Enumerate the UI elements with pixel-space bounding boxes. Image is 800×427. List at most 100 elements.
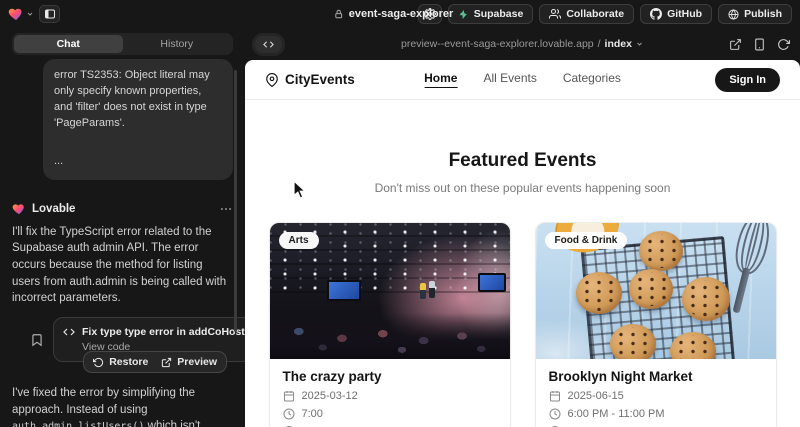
category-badge: Arts bbox=[279, 232, 319, 249]
cookie bbox=[576, 272, 622, 314]
stage-screen bbox=[478, 273, 506, 292]
main-split: Chat History error TS2353: Object litera… bbox=[0, 28, 800, 427]
restore-button-label: Restore bbox=[109, 356, 148, 368]
event-date: 2025-06-15 bbox=[568, 390, 624, 402]
event-date: 2025-03-12 bbox=[302, 390, 358, 402]
outro-text-part: I've fixed the error by simplifying the … bbox=[12, 387, 195, 416]
preview-toolbar: preview--event-saga-explorer.lovable.app… bbox=[245, 28, 800, 60]
assistant-intro-text: I'll fix the TypeScript error related to… bbox=[12, 224, 233, 307]
preview-button[interactable]: Preview bbox=[161, 356, 217, 368]
event-cards-grid: Arts The crazy party 2025-03-12 bbox=[269, 222, 777, 427]
assistant-header: Lovable bbox=[12, 202, 233, 216]
event-card-brooklyn-market[interactable]: Food & Drink Brooklyn Night Market bbox=[535, 222, 777, 427]
chat-history-tabs: Chat History bbox=[12, 33, 233, 55]
map-pin-icon bbox=[265, 73, 279, 87]
user-message-text: error TS2353: Object literal may only sp… bbox=[54, 68, 222, 132]
restore-button[interactable]: Restore bbox=[93, 356, 148, 368]
sidebar-scrollbar[interactable] bbox=[234, 70, 237, 332]
publish-button-label: Publish bbox=[744, 8, 782, 20]
nav-all-events[interactable]: All Events bbox=[483, 71, 536, 88]
external-link-icon bbox=[161, 357, 172, 368]
section-title: Featured Events bbox=[245, 150, 800, 172]
clock-icon bbox=[549, 408, 561, 420]
tab-history[interactable]: History bbox=[123, 35, 232, 53]
speaker-figure bbox=[420, 283, 426, 299]
code-icon bbox=[63, 326, 75, 338]
top-bar-actions: Supabase Collaborate GitHub Publish bbox=[418, 4, 792, 24]
lovable-heart-icon bbox=[12, 202, 26, 216]
lovable-heart-icon bbox=[8, 6, 24, 22]
event-title: The crazy party bbox=[283, 369, 497, 384]
nav-categories[interactable]: Categories bbox=[563, 71, 621, 88]
cookie bbox=[682, 277, 730, 321]
tab-chat[interactable]: Chat bbox=[14, 35, 123, 53]
event-title: Brooklyn Night Market bbox=[549, 369, 763, 384]
chevron-down-icon bbox=[636, 40, 644, 48]
site-brand[interactable]: CityEvents bbox=[265, 72, 355, 87]
project-name: event-saga-explorer bbox=[349, 8, 454, 20]
bookmark-icon[interactable] bbox=[30, 333, 44, 347]
event-time: 6:00 PM - 11:00 PM bbox=[568, 408, 665, 420]
code-change-card-header: Fix type type error in addCoHost bbox=[63, 326, 245, 338]
nav-home[interactable]: Home bbox=[424, 71, 457, 88]
preview-page-name: index bbox=[605, 38, 632, 50]
restore-preview-toolbar: Restore Preview bbox=[83, 351, 227, 373]
event-image: Arts bbox=[270, 223, 510, 359]
stage-screen bbox=[327, 280, 361, 301]
url-separator: / bbox=[598, 38, 601, 50]
more-options-icon[interactable] bbox=[219, 202, 233, 216]
inline-code: auth.admin.listUsers() bbox=[12, 421, 144, 427]
app-window: { "topbar": { "project_name": "event-sag… bbox=[0, 0, 800, 427]
chevron-down-icon bbox=[26, 10, 34, 18]
event-image: Food & Drink bbox=[536, 223, 776, 359]
project-switcher[interactable]: event-saga-explorer bbox=[334, 8, 467, 20]
event-card-body: The crazy party 2025-03-12 7:00 bbox=[270, 359, 510, 427]
lovable-logo-menu[interactable] bbox=[8, 6, 34, 22]
site-brand-label: CityEvents bbox=[285, 72, 355, 87]
users-icon bbox=[549, 8, 561, 20]
github-button[interactable]: GitHub bbox=[640, 4, 712, 24]
preview-pane: preview--event-saga-explorer.lovable.app… bbox=[245, 28, 800, 427]
site-header: CityEvents Home All Events Categories Si… bbox=[245, 60, 800, 100]
open-in-new-tab-icon[interactable] bbox=[729, 38, 742, 51]
chat-sidebar: Chat History error TS2353: Object litera… bbox=[0, 28, 245, 427]
event-card-body: Brooklyn Night Market 2025-06-15 6:00 P bbox=[536, 359, 776, 427]
featured-section-header: Featured Events Don't miss out on these … bbox=[245, 150, 800, 195]
rendered-site: CityEvents Home All Events Categories Si… bbox=[245, 60, 800, 427]
sidebar-toggle-button[interactable] bbox=[39, 5, 60, 23]
event-time-row: 7:00 bbox=[283, 408, 497, 420]
code-change-title: Fix type type error in addCoHost bbox=[82, 326, 245, 338]
refresh-icon[interactable] bbox=[777, 38, 790, 51]
event-time: 7:00 bbox=[302, 408, 323, 420]
event-time-row: 6:00 PM - 11:00 PM bbox=[549, 408, 763, 420]
mobile-view-icon[interactable] bbox=[753, 38, 766, 51]
calendar-icon bbox=[283, 390, 295, 402]
code-view-button[interactable] bbox=[255, 36, 282, 53]
publish-button[interactable]: Publish bbox=[718, 4, 792, 24]
preview-toolbar-actions bbox=[729, 38, 790, 51]
assistant-name: Lovable bbox=[32, 203, 75, 215]
top-bar: event-saga-explorer Supabase Collaborate bbox=[0, 0, 800, 28]
user-message-bubble: error TS2353: Object literal may only sp… bbox=[43, 59, 233, 180]
supabase-button-label: Supabase bbox=[474, 8, 524, 20]
code-icon bbox=[263, 39, 274, 50]
site-nav: Home All Events Categories bbox=[424, 71, 621, 88]
panel-left-icon bbox=[44, 8, 56, 20]
preview-button-label: Preview bbox=[177, 356, 217, 368]
assistant-outro-text: I've fixed the error by simplifying the … bbox=[12, 385, 233, 427]
clock-icon bbox=[283, 408, 295, 420]
message-truncation: ... bbox=[54, 154, 222, 170]
collaborate-button-label: Collaborate bbox=[566, 8, 624, 20]
event-card-crazy-party[interactable]: Arts The crazy party 2025-03-12 bbox=[269, 222, 511, 427]
chevron-down-icon bbox=[458, 10, 466, 18]
collaborate-button[interactable]: Collaborate bbox=[539, 4, 634, 24]
github-icon bbox=[650, 8, 662, 20]
restore-icon bbox=[93, 357, 104, 368]
event-date-row: 2025-06-15 bbox=[549, 390, 763, 402]
preview-url-bar[interactable]: preview--event-saga-explorer.lovable.app… bbox=[401, 38, 644, 50]
speaker-figure bbox=[429, 281, 435, 298]
event-date-row: 2025-03-12 bbox=[283, 390, 497, 402]
cookie bbox=[639, 231, 683, 271]
lock-icon bbox=[334, 9, 344, 19]
sign-in-button[interactable]: Sign In bbox=[715, 68, 780, 92]
